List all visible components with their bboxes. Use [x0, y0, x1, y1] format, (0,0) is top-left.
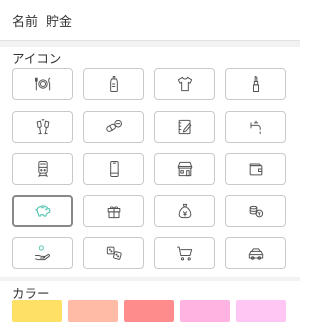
icon-option-baby-bottle[interactable]: [83, 68, 144, 100]
color-swatch-2[interactable]: [68, 300, 118, 322]
color-swatch-5[interactable]: [236, 300, 286, 322]
name-label: 名前: [12, 14, 39, 30]
icon-option-shopping-cart[interactable]: [154, 237, 215, 269]
icon-option-train[interactable]: [12, 153, 73, 185]
icon-option-hand-coin[interactable]: [12, 237, 73, 269]
shop-icon: [175, 159, 195, 179]
name-value[interactable]: 貯金: [46, 11, 72, 30]
section-divider: [0, 277, 300, 281]
smartphone-icon: [104, 159, 124, 179]
piggy-bank-icon: [33, 201, 53, 221]
notebook-pen-icon: [175, 117, 195, 137]
baby-bottle-icon: [104, 74, 124, 94]
plate-cutlery-icon: [33, 74, 53, 94]
icon-option-piggy-bank[interactable]: [12, 195, 73, 227]
icon-option-coins[interactable]: [225, 195, 286, 227]
icon-option-faucet[interactable]: [225, 111, 286, 143]
color-swatch-3[interactable]: [124, 300, 174, 322]
lipstick-icon: [246, 74, 266, 94]
hand-coin-icon: [33, 243, 53, 263]
train-icon: [33, 159, 53, 179]
icon-option-pills[interactable]: [83, 111, 144, 143]
color-swatch-4[interactable]: [180, 300, 230, 322]
name-row[interactable]: 名前 貯金: [0, 0, 300, 41]
faucet-icon: [246, 117, 266, 137]
coins-icon: [246, 201, 266, 221]
dice-icon: [104, 243, 124, 263]
color-swatch-1[interactable]: [12, 300, 62, 322]
shopping-cart-icon: [175, 243, 195, 263]
icon-option-money-bag[interactable]: [154, 195, 215, 227]
section-gap: [0, 41, 300, 47]
money-bag-icon: [175, 201, 195, 221]
icon-option-cheers-glasses[interactable]: [12, 111, 73, 143]
pills-icon: [104, 117, 124, 137]
icon-grid: [12, 68, 289, 277]
icon-option-dice[interactable]: [83, 237, 144, 269]
icon-section-title: アイコン: [12, 51, 62, 66]
icon-option-gift[interactable]: [83, 195, 144, 227]
car-icon: [246, 243, 266, 263]
icon-option-plate-cutlery[interactable]: [12, 68, 73, 100]
icon-option-wallet[interactable]: [225, 153, 286, 185]
icon-option-lipstick[interactable]: [225, 68, 286, 100]
wallet-icon: [246, 159, 266, 179]
icon-option-notebook-pen[interactable]: [154, 111, 215, 143]
icon-option-shop[interactable]: [154, 153, 215, 185]
gift-icon: [104, 201, 124, 221]
icon-option-t-shirt[interactable]: [154, 68, 215, 100]
t-shirt-icon: [175, 74, 195, 94]
icon-option-smartphone[interactable]: [83, 153, 144, 185]
cheers-glasses-icon: [33, 117, 53, 137]
icon-option-car[interactable]: [225, 237, 286, 269]
